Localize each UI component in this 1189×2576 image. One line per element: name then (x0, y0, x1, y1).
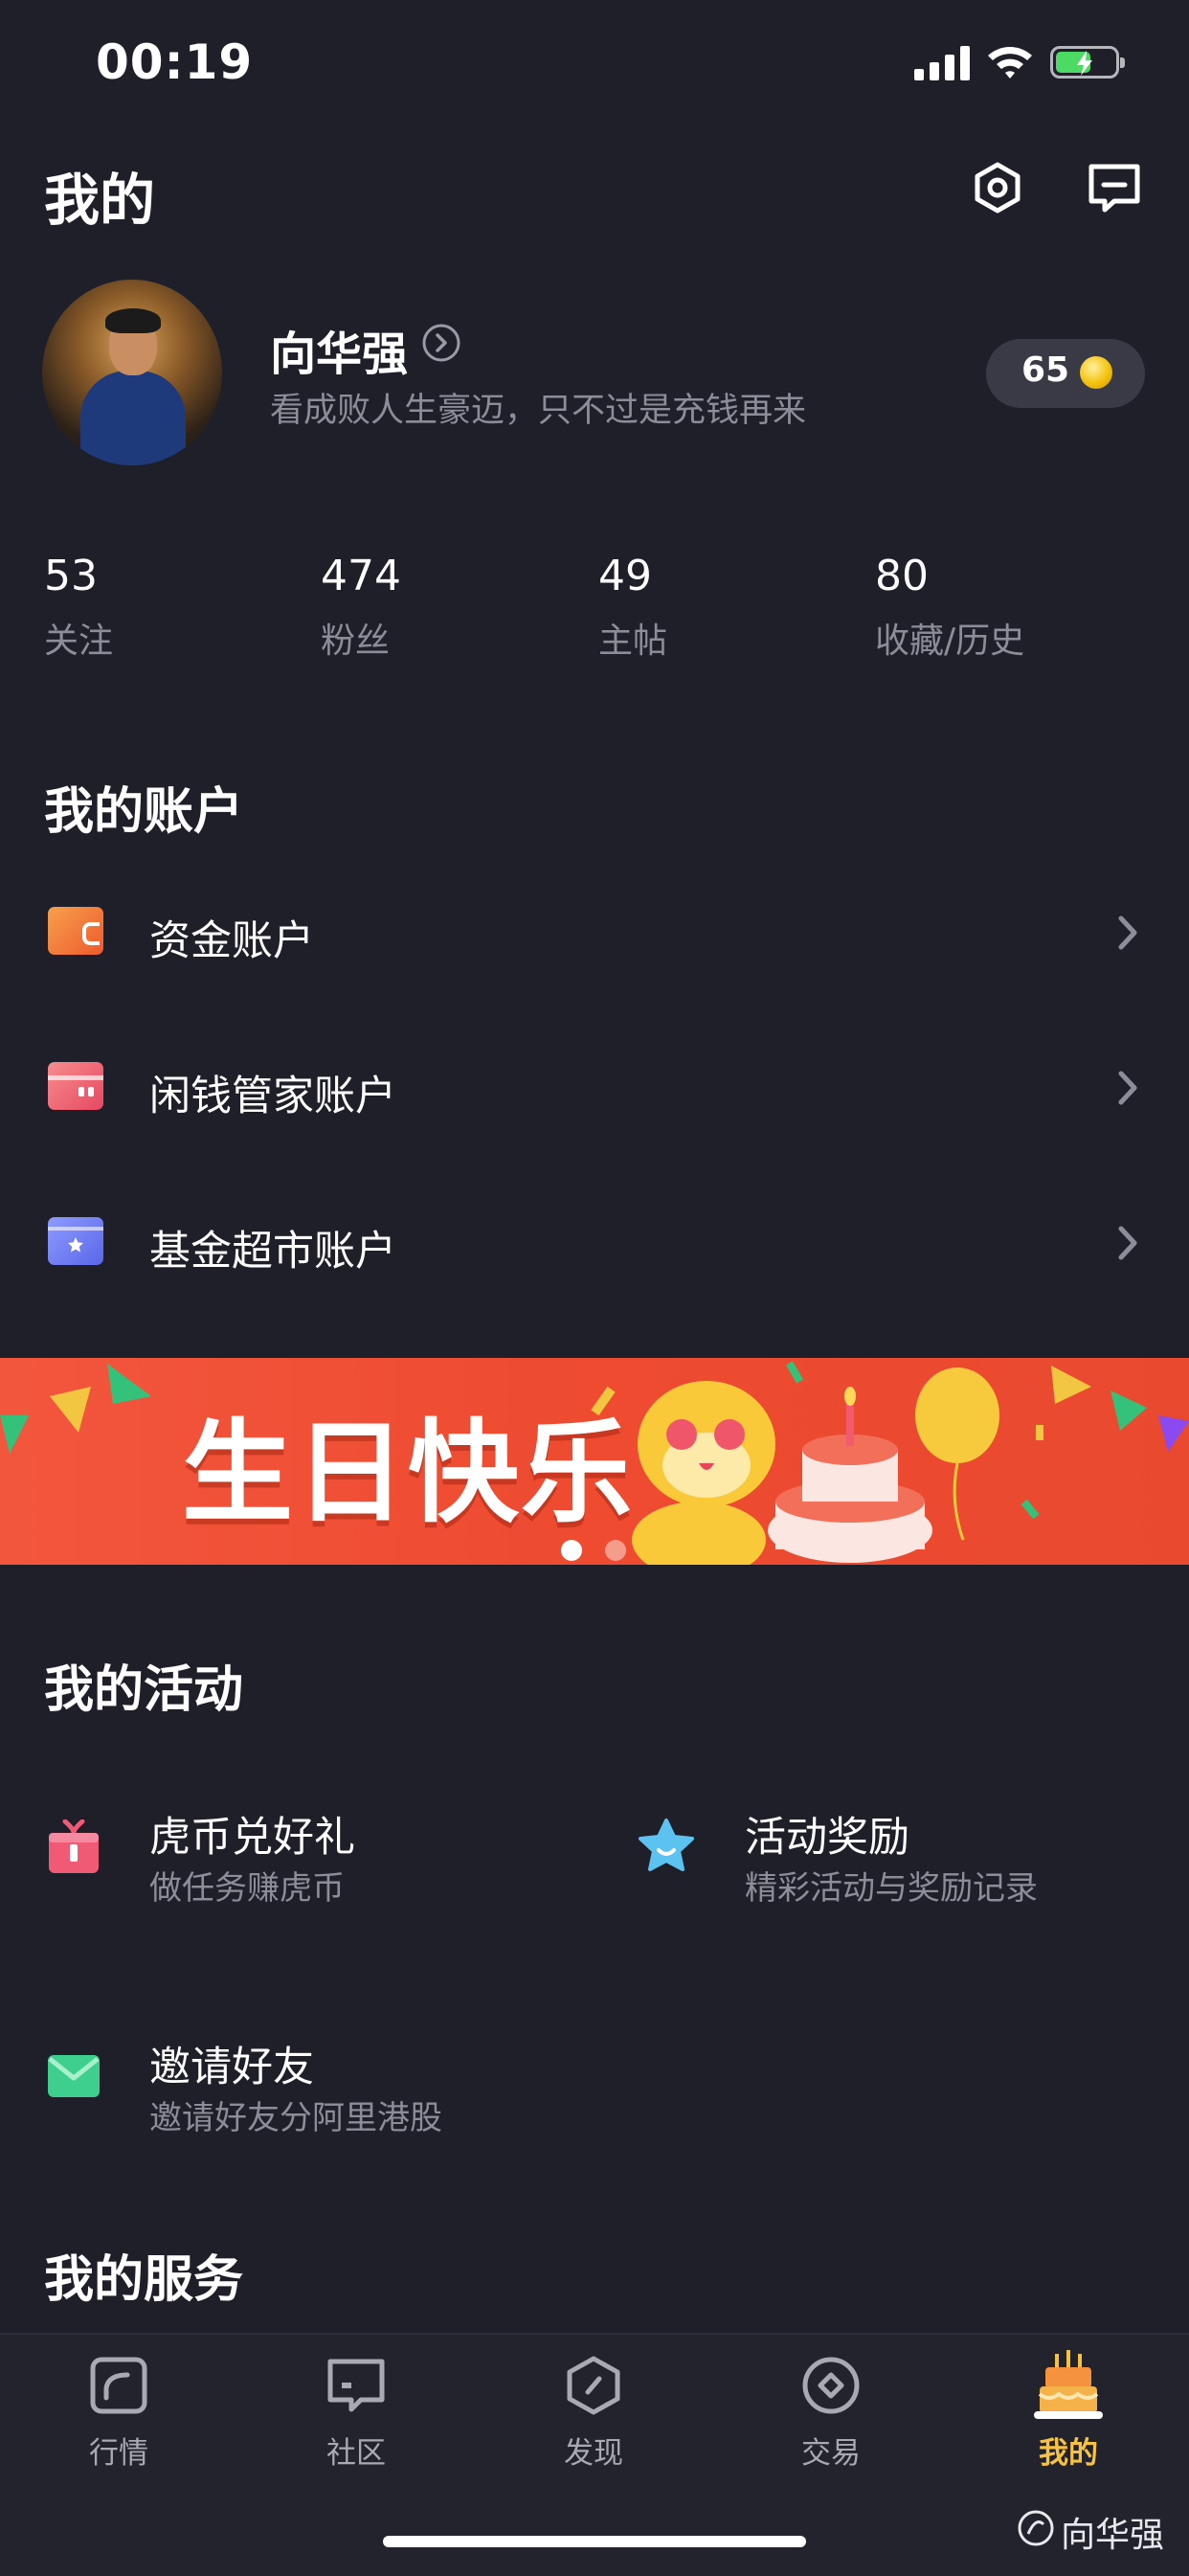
status-time: 00:19 (96, 34, 254, 90)
followers-count[interactable]: 474 (321, 552, 401, 600)
page-title: 我的 (44, 168, 156, 233)
gift-icon (49, 1819, 99, 1873)
chevron-right-icon (1118, 1226, 1137, 1260)
tab-label: 行情 (89, 2436, 148, 2471)
coin-count: 65 (1021, 350, 1070, 390)
banner-headline: 生日快乐 (182, 1409, 634, 1538)
tab-community[interactable]: 社区 (289, 2348, 423, 2473)
avatar[interactable] (42, 280, 222, 465)
following-count[interactable]: 53 (44, 552, 98, 600)
favorites-label[interactable]: 收藏/历史 (875, 613, 1024, 663)
activity-subtitle: 精彩活动与奖励记录 (745, 1869, 1038, 1908)
wifi-icon (988, 47, 1032, 79)
activity-title: 活动奖励 (745, 1814, 909, 1862)
tab-trade[interactable]: 交易 (764, 2348, 898, 2473)
tab-label: 交易 (801, 2436, 861, 2471)
favorites-count[interactable]: 80 (875, 552, 929, 600)
tab-me[interactable]: 我的 (1001, 2348, 1135, 2473)
carousel-dot-active[interactable] (561, 1540, 582, 1561)
message-icon[interactable] (1086, 159, 1143, 216)
tab-discover[interactable]: 发现 (527, 2348, 661, 2473)
promo-banner[interactable]: 生日快乐 (0, 1358, 1189, 1565)
carousel-dot[interactable] (605, 1540, 626, 1561)
tab-market[interactable]: 行情 (52, 2348, 186, 2473)
chat-icon (327, 2359, 385, 2412)
account-row-idle-cash[interactable]: 闲钱管家账户 (0, 1036, 1189, 1141)
chevron-circle-right-icon[interactable] (421, 323, 461, 363)
activity-subtitle: 做任务赚虎币 (149, 1869, 345, 1908)
watermark-text: 向华强 (1061, 2516, 1165, 2555)
tab-label: 社区 (326, 2436, 386, 2471)
watermark-logo-icon (1018, 2510, 1054, 2546)
following-label[interactable]: 关注 (44, 613, 113, 663)
account-label: 资金账户 (149, 917, 314, 965)
tab-label: 发现 (564, 2436, 623, 2471)
cake-icon (1034, 2350, 1103, 2419)
chevron-right-icon (1118, 915, 1137, 950)
followers-label[interactable]: 粉丝 (321, 613, 390, 663)
services-section-title: 我的服务 (44, 2251, 244, 2309)
home-indicator[interactable] (383, 2536, 806, 2547)
tab-label-active: 我的 (1039, 2436, 1098, 2471)
chart-icon (90, 2357, 147, 2414)
activity-subtitle: 邀请好友分阿里港股 (149, 2099, 442, 2137)
account-label: 闲钱管家账户 (149, 1073, 396, 1120)
cellular-signal-icon (914, 46, 970, 80)
settings-icon[interactable] (969, 159, 1026, 216)
compass-icon (567, 2356, 620, 2415)
wallet-icon (48, 907, 103, 955)
activity-rewards[interactable]: 活动奖励 精彩活动与奖励记录 (622, 1781, 1158, 1915)
accounts-section-title: 我的账户 (44, 783, 244, 841)
star-icon (639, 1819, 694, 1871)
posts-label[interactable]: 主帖 (598, 613, 667, 663)
envelope-icon (48, 2055, 100, 2097)
battery-icon (1050, 46, 1125, 79)
activity-title: 虎币兑好礼 (149, 1814, 355, 1862)
trade-icon (802, 2357, 860, 2414)
coin-icon (1080, 356, 1112, 389)
fund-icon (48, 1217, 103, 1265)
activity-tiger-coin-gifts[interactable]: 虎币兑好礼 做任务赚虎币 (29, 1781, 565, 1915)
activities-section-title: 我的活动 (44, 1661, 244, 1719)
account-row-funds[interactable]: 资金账户 (0, 881, 1189, 986)
account-label: 基金超市账户 (149, 1228, 396, 1276)
activity-title: 邀请好友 (149, 2044, 314, 2091)
activity-invite-friends[interactable]: 邀请好友 邀请好友分阿里港股 (29, 2011, 622, 2145)
account-row-fund-market[interactable]: 基金超市账户 (0, 1191, 1189, 1297)
chevron-right-icon (1118, 1071, 1137, 1105)
card-icon (48, 1062, 103, 1110)
user-bio: 看成败人生豪迈，只不过是充钱再来 (270, 392, 807, 430)
posts-count[interactable]: 49 (598, 552, 652, 600)
username[interactable]: 向华强 (270, 316, 408, 383)
